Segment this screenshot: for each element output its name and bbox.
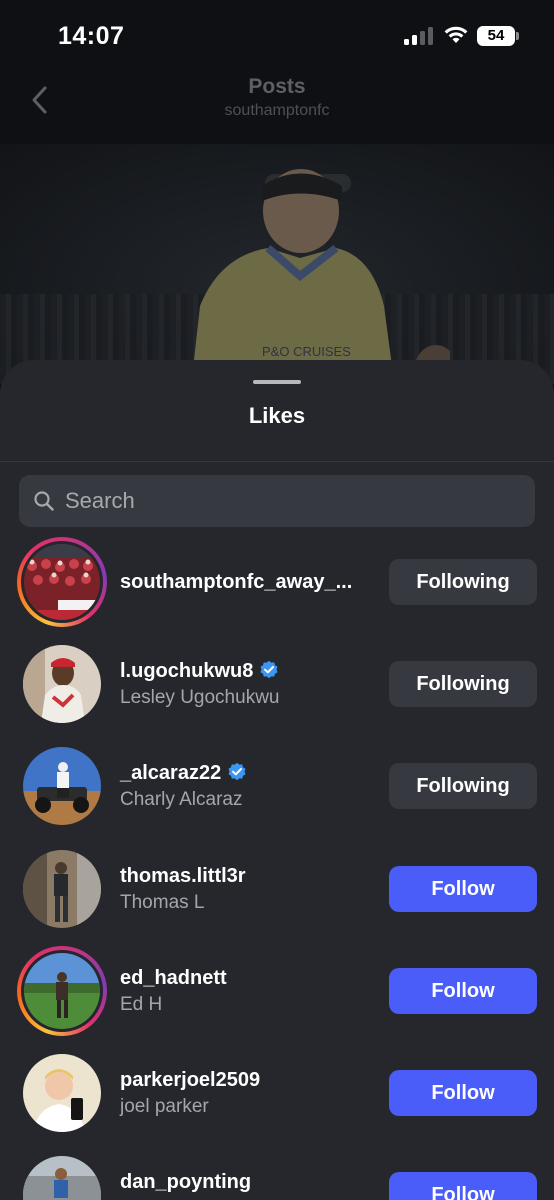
search-icon <box>34 491 54 511</box>
story-ring[interactable] <box>17 946 107 1036</box>
username[interactable]: parkerjoel2509 <box>120 1069 260 1092</box>
sheet-title: Likes <box>248 403 306 428</box>
likes-sheet: Likes Search southamptonfc_away_... Foll… <box>0 360 554 1200</box>
full-name: Charly Alcaraz <box>120 789 243 810</box>
status-bar: 14:07 54 <box>0 0 554 66</box>
selfie-photo-avatar[interactable] <box>23 1054 101 1132</box>
verified-badge-icon <box>228 762 246 781</box>
username[interactable]: l.ugochukwu8 <box>120 660 279 683</box>
posts-header: Posts southamptonfc <box>0 66 554 144</box>
search-bar[interactable] <box>19 475 535 527</box>
like-row[interactable]: ed_hadnett Ed H Follow <box>0 946 554 1046</box>
follow-button[interactable]: Follow <box>389 1172 537 1200</box>
player-illustration: P&O CRUISES <box>191 169 450 384</box>
battery-indicator: 54 <box>477 26 515 46</box>
full-name: Lesley Ugochukwu <box>120 687 280 708</box>
header-title: Posts <box>248 75 306 98</box>
like-row[interactable]: l.ugochukwu8 Lesley Ugochukwu Following <box>0 639 554 739</box>
follow-button[interactable]: Follow <box>389 1070 537 1116</box>
desert-quad-photo-avatar[interactable] <box>23 747 101 825</box>
status-time: 14:07 <box>58 22 125 50</box>
username[interactable]: dan_poynting <box>120 1171 251 1194</box>
username[interactable]: southamptonfc_away_... <box>120 571 352 594</box>
follow-button[interactable]: Follow <box>389 866 537 912</box>
header-subtitle: southamptonfc <box>224 102 330 119</box>
full-name: Ed H <box>120 994 163 1015</box>
story-ring[interactable] <box>17 537 107 627</box>
full-name: joel parker <box>120 1096 209 1117</box>
screen: 14:07 54 Posts southamptonfc P&O CRUISES… <box>0 0 554 1200</box>
username[interactable]: ed_hadnett <box>120 967 227 990</box>
full-name: Thomas L <box>120 892 205 913</box>
username[interactable]: _alcaraz22 <box>120 762 247 785</box>
sheet-grabber[interactable] <box>253 380 301 384</box>
post-image: P&O CRUISES <box>0 144 554 384</box>
jersey-sponsor: P&O CRUISES <box>262 344 351 359</box>
like-row[interactable]: parkerjoel2509 joel parker Follow <box>0 1048 554 1148</box>
following-button[interactable]: Following <box>389 661 537 707</box>
like-row[interactable]: southamptonfc_away_... Following <box>0 537 554 637</box>
battery-cap <box>516 32 519 40</box>
verified-badge-icon <box>260 660 278 679</box>
like-row[interactable]: dan_poynting Follow <box>0 1150 554 1200</box>
search-input[interactable] <box>65 475 515 527</box>
follow-button[interactable]: Follow <box>389 968 537 1014</box>
username[interactable]: thomas.littl3r <box>120 865 246 888</box>
runner-photo-avatar[interactable] <box>23 1156 101 1200</box>
field-photo-avatar <box>24 953 100 1029</box>
like-row[interactable]: _alcaraz22 Charly Alcaraz Following <box>0 741 554 841</box>
person-photo-avatar[interactable] <box>23 645 101 723</box>
cellular-signal-icon <box>404 27 434 45</box>
crowd-photo-avatar <box>24 544 100 620</box>
divider <box>0 461 554 462</box>
following-button[interactable]: Following <box>389 763 537 809</box>
mirror-selfie-avatar[interactable] <box>23 850 101 928</box>
wifi-icon <box>444 26 468 43</box>
following-button[interactable]: Following <box>389 559 537 605</box>
like-row[interactable]: thomas.littl3r Thomas L Follow <box>0 844 554 944</box>
